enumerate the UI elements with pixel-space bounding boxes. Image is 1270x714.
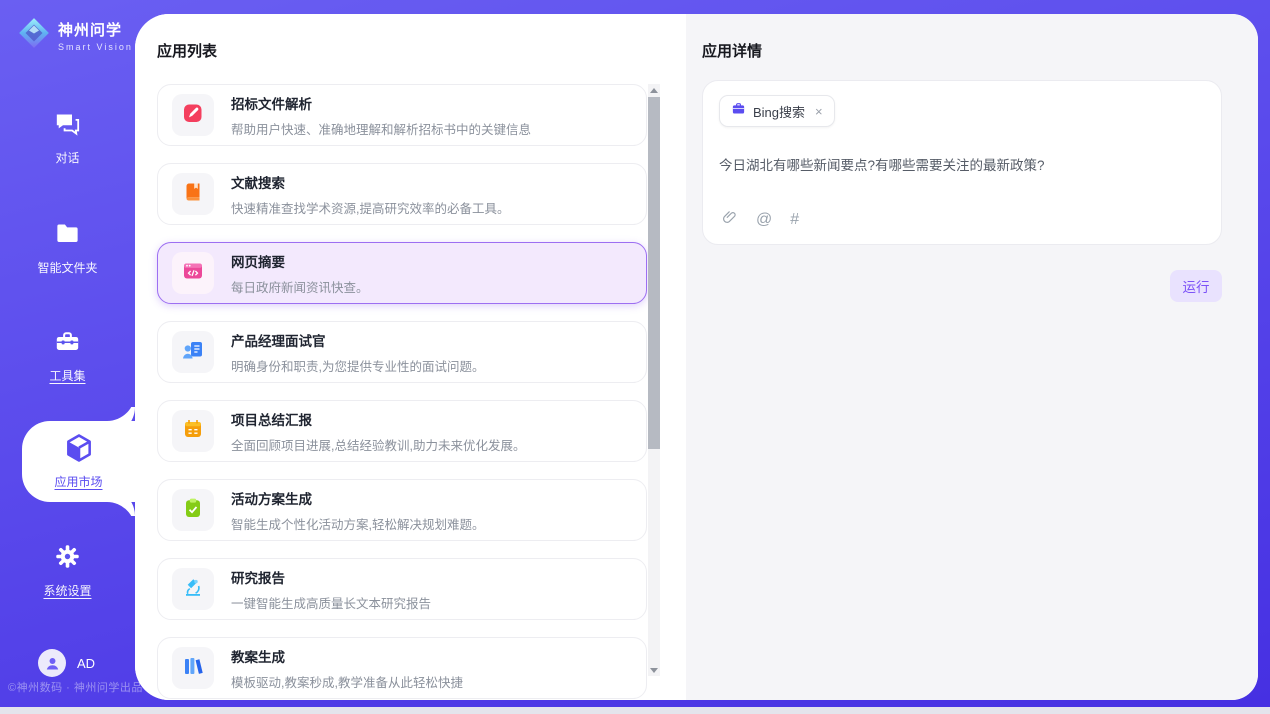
sidebar: 神州问学 Smart Vision 对话 智能文件夹 bbox=[0, 0, 135, 707]
run-button[interactable]: 运行 bbox=[1170, 270, 1222, 302]
scroll-up-arrow[interactable] bbox=[648, 84, 660, 96]
app-icon bbox=[172, 568, 214, 610]
list-item[interactable]: 文献搜索 快速精准查找学术资源,提高研究效率的必备工具。 bbox=[157, 163, 647, 225]
microscope-icon bbox=[181, 575, 205, 604]
app-desc: 智能生成个性化活动方案,轻松解决规划难题。 bbox=[231, 514, 484, 533]
toolbox-icon bbox=[54, 342, 81, 359]
book-icon bbox=[181, 180, 205, 209]
app-title: 招标文件解析 bbox=[231, 93, 531, 113]
app-desc: 明确身份和职责,为您提供专业性的面试问题。 bbox=[231, 356, 484, 375]
brand-name: 神州问学 bbox=[58, 22, 122, 39]
books-icon bbox=[181, 654, 205, 683]
bottom-strip bbox=[0, 707, 1270, 714]
calendar-icon bbox=[181, 417, 205, 446]
sidebar-item-app-market[interactable]: 应用市场 bbox=[22, 421, 135, 502]
avatar bbox=[38, 649, 66, 677]
app-list-title: 应用列表 bbox=[157, 40, 217, 61]
app-icon bbox=[172, 410, 214, 452]
app-title: 网页摘要 bbox=[231, 251, 369, 271]
hash-icon[interactable]: # bbox=[790, 211, 799, 229]
app-icon bbox=[172, 173, 214, 215]
clipboard-check-icon bbox=[181, 496, 205, 525]
prompt-card[interactable]: Bing搜索 × 今日湖北有哪些新闻要点?有哪些需要关注的最新政策? @ # bbox=[702, 80, 1222, 245]
list-item[interactable]: 活动方案生成 智能生成个性化活动方案,轻松解决规划难题。 bbox=[157, 479, 647, 541]
brand-logo: 神州问学 Smart Vision bbox=[16, 15, 133, 56]
app-window: 神州问学 Smart Vision 对话 智能文件夹 bbox=[0, 0, 1270, 714]
app-desc: 一键智能生成高质量长文本研究报告 bbox=[231, 593, 431, 612]
sidebar-item-label: 对话 bbox=[0, 149, 135, 166]
chat-icon bbox=[54, 124, 81, 141]
gear-icon bbox=[54, 557, 81, 574]
app-desc: 帮助用户快速、准确地理解和解析招标书中的关键信息 bbox=[231, 119, 531, 138]
app-icon bbox=[172, 252, 214, 294]
list-item[interactable]: 招标文件解析 帮助用户快速、准确地理解和解析招标书中的关键信息 bbox=[157, 84, 647, 146]
list-item[interactable]: 产品经理面试官 明确身份和职责,为您提供专业性的面试问题。 bbox=[157, 321, 647, 383]
sidebar-item-label: 智能文件夹 bbox=[0, 259, 135, 276]
list-item[interactable]: 教案生成 模板驱动,教案秒成,教学准备从此轻松快捷 bbox=[157, 637, 647, 699]
app-desc: 模板驱动,教案秒成,教学准备从此轻松快捷 bbox=[231, 672, 463, 691]
tool-chip-bing-search[interactable]: Bing搜索 × bbox=[719, 95, 835, 127]
prompt-text[interactable]: 今日湖北有哪些新闻要点?有哪些需要关注的最新政策? bbox=[719, 154, 1205, 174]
scrollbar[interactable] bbox=[648, 84, 660, 676]
sidebar-item-chat[interactable]: 对话 bbox=[0, 110, 135, 166]
brand-tagline: Smart Vision bbox=[58, 42, 133, 52]
briefcase-icon bbox=[731, 101, 746, 121]
user-name: AD bbox=[77, 656, 95, 671]
scroll-down-arrow[interactable] bbox=[648, 664, 660, 676]
app-title: 活动方案生成 bbox=[231, 488, 484, 508]
close-icon[interactable]: × bbox=[815, 104, 823, 119]
folder-icon bbox=[54, 234, 81, 251]
copyright-text: ©神州数码 · 神州问学出品 bbox=[8, 679, 143, 695]
app-detail-panel: 应用详情 Bing搜索 × 今日湖北有哪些新闻要点?有哪些需要关注的最新政策? bbox=[686, 14, 1258, 700]
list-item[interactable]: 研究报告 一键智能生成高质量长文本研究报告 bbox=[157, 558, 647, 620]
edit-square-icon bbox=[181, 101, 205, 130]
app-desc: 全面回顾项目进展,总结经验教训,助力未来优化发展。 bbox=[231, 435, 525, 454]
interviewer-icon bbox=[181, 338, 205, 367]
paperclip-icon[interactable] bbox=[721, 209, 738, 231]
app-title: 产品经理面试官 bbox=[231, 330, 484, 350]
app-title: 教案生成 bbox=[231, 646, 463, 666]
scrollbar-thumb[interactable] bbox=[648, 97, 660, 449]
app-desc: 快速精准查找学术资源,提高研究效率的必备工具。 bbox=[231, 198, 509, 217]
app-desc: 每日政府新闻资讯快查。 bbox=[231, 277, 369, 296]
user-account[interactable]: AD bbox=[38, 649, 95, 677]
app-title: 文献搜索 bbox=[231, 172, 509, 192]
sidebar-item-smart-folder[interactable]: 智能文件夹 bbox=[0, 220, 135, 276]
app-icon bbox=[172, 331, 214, 373]
diamond-logo-icon bbox=[16, 15, 52, 56]
mention-icon[interactable]: @ bbox=[756, 211, 772, 229]
sidebar-item-toolset[interactable]: 工具集 bbox=[0, 328, 135, 384]
sidebar-item-label: 系统设置 bbox=[0, 582, 135, 599]
main-content: 应用列表 招标文件解析 帮助用户快速、准确地理解和解析招标书中的关键信 bbox=[135, 14, 1258, 700]
app-title: 项目总结汇报 bbox=[231, 409, 525, 429]
app-list-panel: 应用列表 招标文件解析 帮助用户快速、准确地理解和解析招标书中的关键信 bbox=[135, 14, 686, 700]
app-icon bbox=[172, 489, 214, 531]
prompt-toolbar: @ # bbox=[721, 209, 799, 231]
sidebar-item-label: 应用市场 bbox=[22, 473, 135, 490]
app-detail-title: 应用详情 bbox=[702, 40, 762, 61]
cube-icon bbox=[63, 451, 95, 468]
app-icon bbox=[172, 647, 214, 689]
app-list: 招标文件解析 帮助用户快速、准确地理解和解析招标书中的关键信息 bbox=[157, 84, 647, 700]
list-item[interactable]: 项目总结汇报 全面回顾项目进展,总结经验教训,助力未来优化发展。 bbox=[157, 400, 647, 462]
browser-code-icon bbox=[181, 259, 205, 288]
app-icon bbox=[172, 94, 214, 136]
tool-chip-label: Bing搜索 bbox=[753, 102, 805, 121]
app-title: 研究报告 bbox=[231, 567, 431, 587]
sidebar-item-label: 工具集 bbox=[0, 367, 135, 384]
list-item-selected[interactable]: 网页摘要 每日政府新闻资讯快查。 bbox=[157, 242, 647, 304]
sidebar-item-settings[interactable]: 系统设置 bbox=[0, 543, 135, 599]
